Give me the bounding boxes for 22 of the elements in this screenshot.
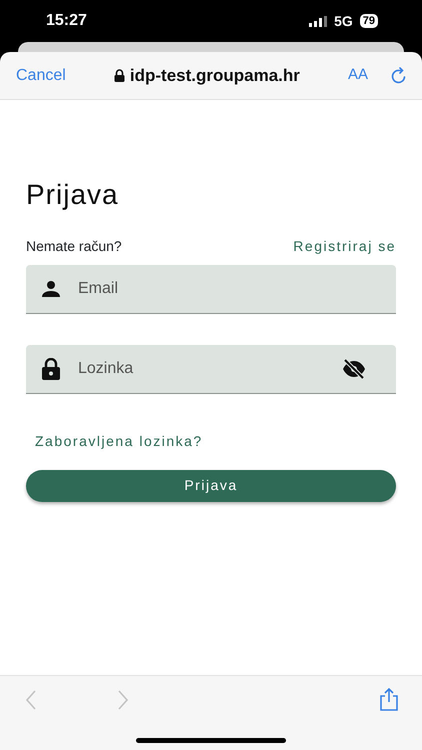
share-icon[interactable] bbox=[378, 687, 400, 712]
battery-icon: 79 bbox=[360, 14, 378, 28]
reload-icon[interactable] bbox=[390, 66, 408, 84]
lock-icon bbox=[42, 358, 60, 380]
signal-icon bbox=[309, 16, 328, 26]
email-field[interactable]: Email bbox=[26, 264, 396, 314]
register-link[interactable]: Registriraj se bbox=[293, 236, 396, 257]
login-button[interactable]: Prijava bbox=[26, 470, 396, 502]
url-text[interactable]: idp-test.groupama.hr bbox=[130, 62, 300, 88]
person-icon bbox=[42, 280, 60, 297]
text-size-button[interactable]: AA bbox=[348, 64, 368, 87]
lock-icon bbox=[114, 69, 125, 82]
clock: 15:27 bbox=[46, 11, 87, 31]
cancel-link[interactable]: Cancel bbox=[16, 64, 66, 88]
email-input[interactable]: Email bbox=[76, 276, 366, 302]
forgot-password-link[interactable]: Zaboravljena lozinka? bbox=[35, 432, 203, 449]
page-title: Prijava bbox=[26, 178, 120, 212]
network-label: 5G bbox=[334, 12, 353, 30]
eye-slash-icon[interactable] bbox=[342, 358, 366, 379]
password-input[interactable]: Lozinka bbox=[76, 356, 326, 382]
no-account-text: Nemate račun? bbox=[26, 236, 122, 256]
password-field[interactable]: Lozinka bbox=[26, 344, 396, 394]
